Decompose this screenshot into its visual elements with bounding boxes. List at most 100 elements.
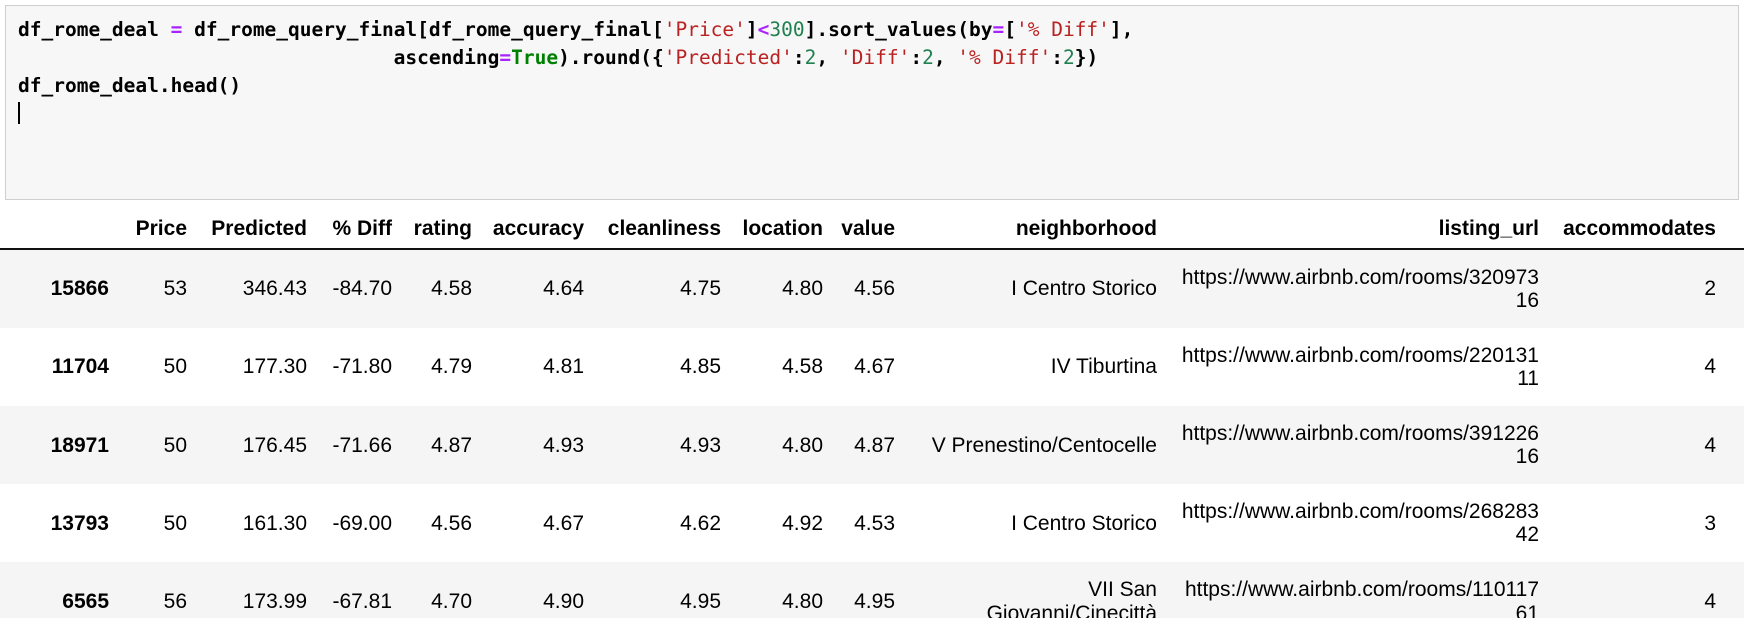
table-cell: 4.93 (543, 433, 584, 457)
code-token: 2 (804, 46, 817, 69)
code-token: ].sort_values(by (804, 18, 993, 41)
table-cell (1725, 562, 1744, 618)
code-cell[interactable]: df_rome_deal = df_rome_query_final[df_ro… (5, 5, 1739, 200)
code-token: 300 (769, 18, 805, 41)
table-cell: 4.53 (854, 511, 895, 535)
dataframe-output: Price Predicted% Diff rating accuracy cleanl… (0, 218, 1744, 618)
column-header-price: Price (118, 218, 196, 250)
dataframe-table: Price Predicted% Diff rating accuracy cleanl… (0, 218, 1744, 618)
code-token: = (499, 46, 512, 69)
table-cell: 3 (1704, 511, 1716, 535)
column-header-value: value (832, 218, 904, 250)
dataframe-body: 15866 53 346.43 -84.70 4.58 4.64 4.75 4.80 4.56 I… (0, 248, 1744, 618)
code-token: df_rome_query_final[df_rome_query_final[ (182, 18, 664, 41)
row-index: 18971 (50, 433, 109, 457)
table-cell: 4.58 (431, 277, 472, 301)
table-cell: -69.00 (332, 511, 392, 535)
table-cell (1725, 328, 1744, 406)
table-cell: 2 (1704, 277, 1716, 301)
code-token: = (170, 18, 183, 41)
row-index: 15866 (50, 277, 109, 301)
table-cell: 4.67 (543, 511, 584, 535)
table-cell: 4.75 (680, 277, 721, 301)
table-cell: 4.79 (431, 355, 472, 379)
table-cell: 173.99 (242, 589, 307, 613)
table-cell: 50 (163, 433, 187, 457)
table-cell: 4.87 (854, 433, 895, 457)
table-cell: 4 (1704, 589, 1716, 613)
code-token: ascending (18, 46, 500, 69)
table-cell: 4.81 (543, 355, 584, 379)
table-cell: https://www.airbnb.com/rooms/22013111 (1181, 343, 1539, 390)
table-cell: 4 (1704, 433, 1716, 457)
code-token: '% Diff' (957, 46, 1052, 69)
code-token: True (511, 46, 559, 69)
table-cell: 50 (163, 355, 187, 379)
table-cell: -71.66 (332, 433, 392, 457)
text-cursor (18, 102, 20, 124)
column-header-index (0, 218, 118, 250)
table-cell: 4.62 (680, 511, 721, 535)
table-cell: 4.64 (543, 277, 584, 301)
row-index: 6565 (62, 589, 109, 613)
table-cell: 346.43 (242, 277, 307, 301)
column-header-neighborhood: neighborhood (904, 218, 1166, 250)
table-cell: 4.95 (680, 589, 721, 613)
row-index: 11704 (51, 355, 109, 379)
column-header-accuracy: accuracy (481, 218, 593, 250)
table-cell: 50 (163, 511, 187, 535)
code-token: [ (1004, 18, 1016, 41)
table-row: 15866 53 346.43 -84.70 4.58 4.64 4.75 4.80 4.56 I… (0, 248, 1744, 328)
column-header-listing-url: listing_url (1166, 218, 1548, 250)
table-cell: 4.93 (680, 433, 721, 457)
table-row: 6565 56 173.99 -67.81 4.70 4.90 4.95 4.80 4.95 VI… (0, 562, 1744, 618)
table-row: 11704 50 177.30 -71.80 4.79 4.81 4.85 4.58 4.67 I… (0, 327, 1744, 407)
table-cell: 177.30 (242, 355, 307, 379)
code-token: , (816, 46, 840, 69)
code-token: 2 (922, 46, 934, 69)
table-cell: https://www.airbnb.com/rooms/26828342 (1181, 500, 1539, 547)
code-token: ], (1109, 18, 1134, 41)
column-header-accommodates: accommodates (1548, 218, 1725, 250)
table-cell: 4 (1704, 355, 1716, 379)
table-cell: 4.70 (431, 589, 472, 613)
table-cell: -84.70 (332, 277, 392, 301)
table-cell: 53 (163, 277, 187, 301)
table-header-row: Price Predicted% Diff rating accuracy cleanl… (0, 218, 1744, 250)
column-header-cleanliness: cleanliness (593, 218, 730, 250)
table-cell: 4.80 (782, 277, 823, 301)
table-cell: 176.45 (242, 433, 307, 457)
table-cell: I Centro Storico (1011, 277, 1157, 301)
code-token: = (992, 18, 1005, 41)
code-token: 'Predicted' (663, 46, 793, 69)
table-cell: -67.81 (332, 589, 392, 613)
table-cell: 4.80 (782, 433, 823, 457)
code-token: ] (745, 18, 758, 41)
table-cell: https://www.airbnb.com/rooms/32097316 (1181, 265, 1539, 312)
table-row: 18971 50 176.45 -71.66 4.87 4.93 4.93 4.80 4.87 V… (0, 406, 1744, 485)
table-cell: I Centro Storico (1011, 511, 1157, 535)
table-cell: 4.80 (782, 589, 823, 613)
dataframe-header: Price Predicted% Diff rating accuracy cleanl… (0, 218, 1744, 250)
column-header-predicted: Predicted (196, 218, 316, 250)
table-cell: 4.58 (782, 355, 823, 379)
table-cell: IV Tiburtina (1050, 355, 1157, 379)
table-cell: 4.87 (431, 433, 472, 457)
row-index: 13793 (50, 511, 109, 535)
code-token: '% Diff' (1015, 18, 1110, 41)
code-token: : (1051, 46, 1063, 69)
code-token: 'Price' (663, 18, 746, 41)
table-cell: 4.56 (854, 277, 895, 301)
code-token: 2 (1062, 46, 1075, 69)
table-cell: 56 (163, 589, 187, 613)
table-cell: 4.90 (543, 589, 584, 613)
code-token: : (910, 46, 923, 69)
column-header-location: location (730, 218, 832, 250)
table-cell: 4.85 (680, 355, 721, 379)
column-header-overflow (1725, 218, 1744, 250)
table-cell: https://www.airbnb.com/rooms/11011761 (1184, 578, 1539, 618)
table-cell: 4.56 (431, 511, 472, 535)
column-header-rating: rating (401, 218, 481, 250)
code-token: df_rome_deal (18, 18, 171, 41)
code-cell-source[interactable]: df_rome_deal = df_rome_query_final[df_ro… (18, 16, 1726, 128)
